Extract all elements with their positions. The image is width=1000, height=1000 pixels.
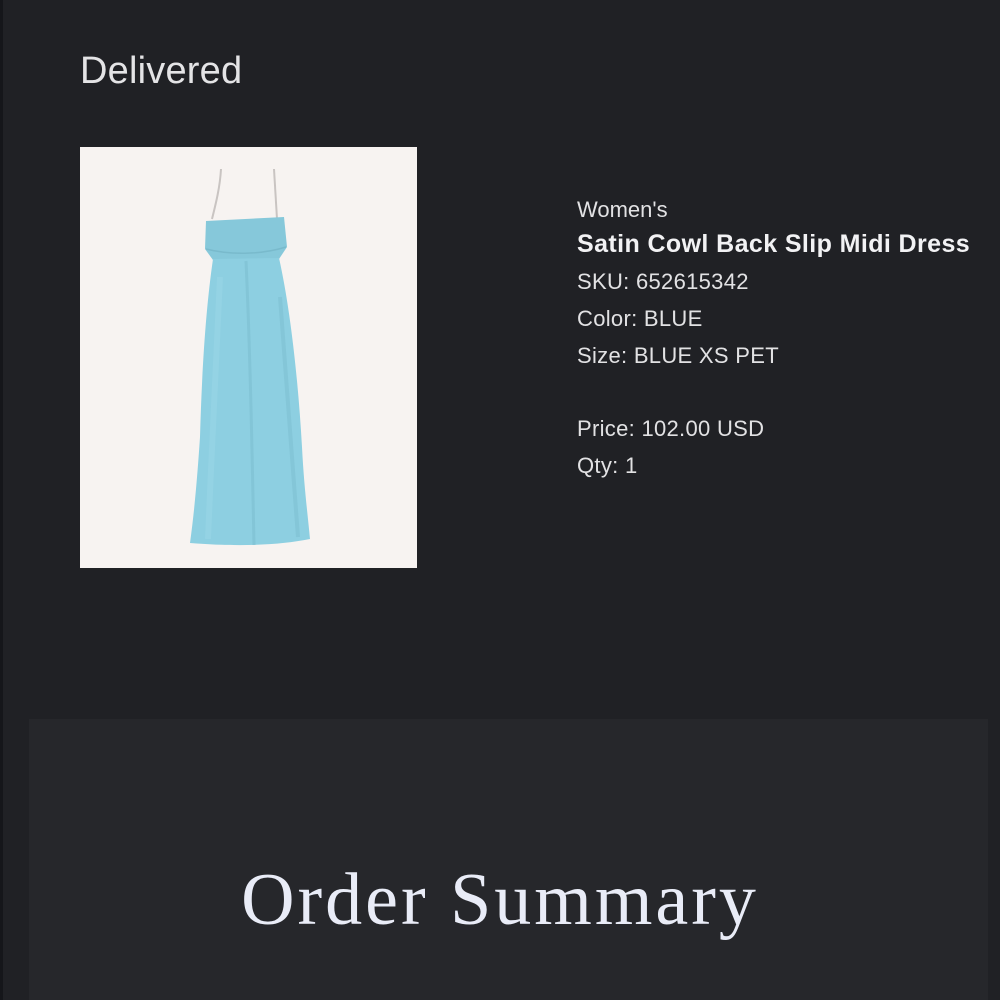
left-edge-divider [0, 0, 3, 1000]
order-summary-title: Order Summary [241, 859, 759, 941]
product-color: Color: BLUE [577, 306, 703, 331]
product-category: Women's [577, 197, 668, 222]
order-status: Delivered [80, 50, 243, 92]
product-details: Women's Satin Cowl Back Slip Midi Dress … [577, 196, 977, 484]
product-price: Price: 102.00 USD [577, 416, 765, 441]
details-spacer [577, 374, 977, 410]
product-size: Size: BLUE XS PET [577, 343, 779, 368]
product-qty: Qty: 1 [577, 453, 638, 478]
order-details-page: Delivered Women's Satin Cowl Back Slip M… [0, 0, 1000, 1000]
product-image[interactable] [80, 147, 417, 568]
product-name[interactable]: Satin Cowl Back Slip Midi Dress [577, 226, 977, 263]
product-sku: SKU: 652615342 [577, 269, 749, 294]
dress-icon [190, 168, 310, 546]
